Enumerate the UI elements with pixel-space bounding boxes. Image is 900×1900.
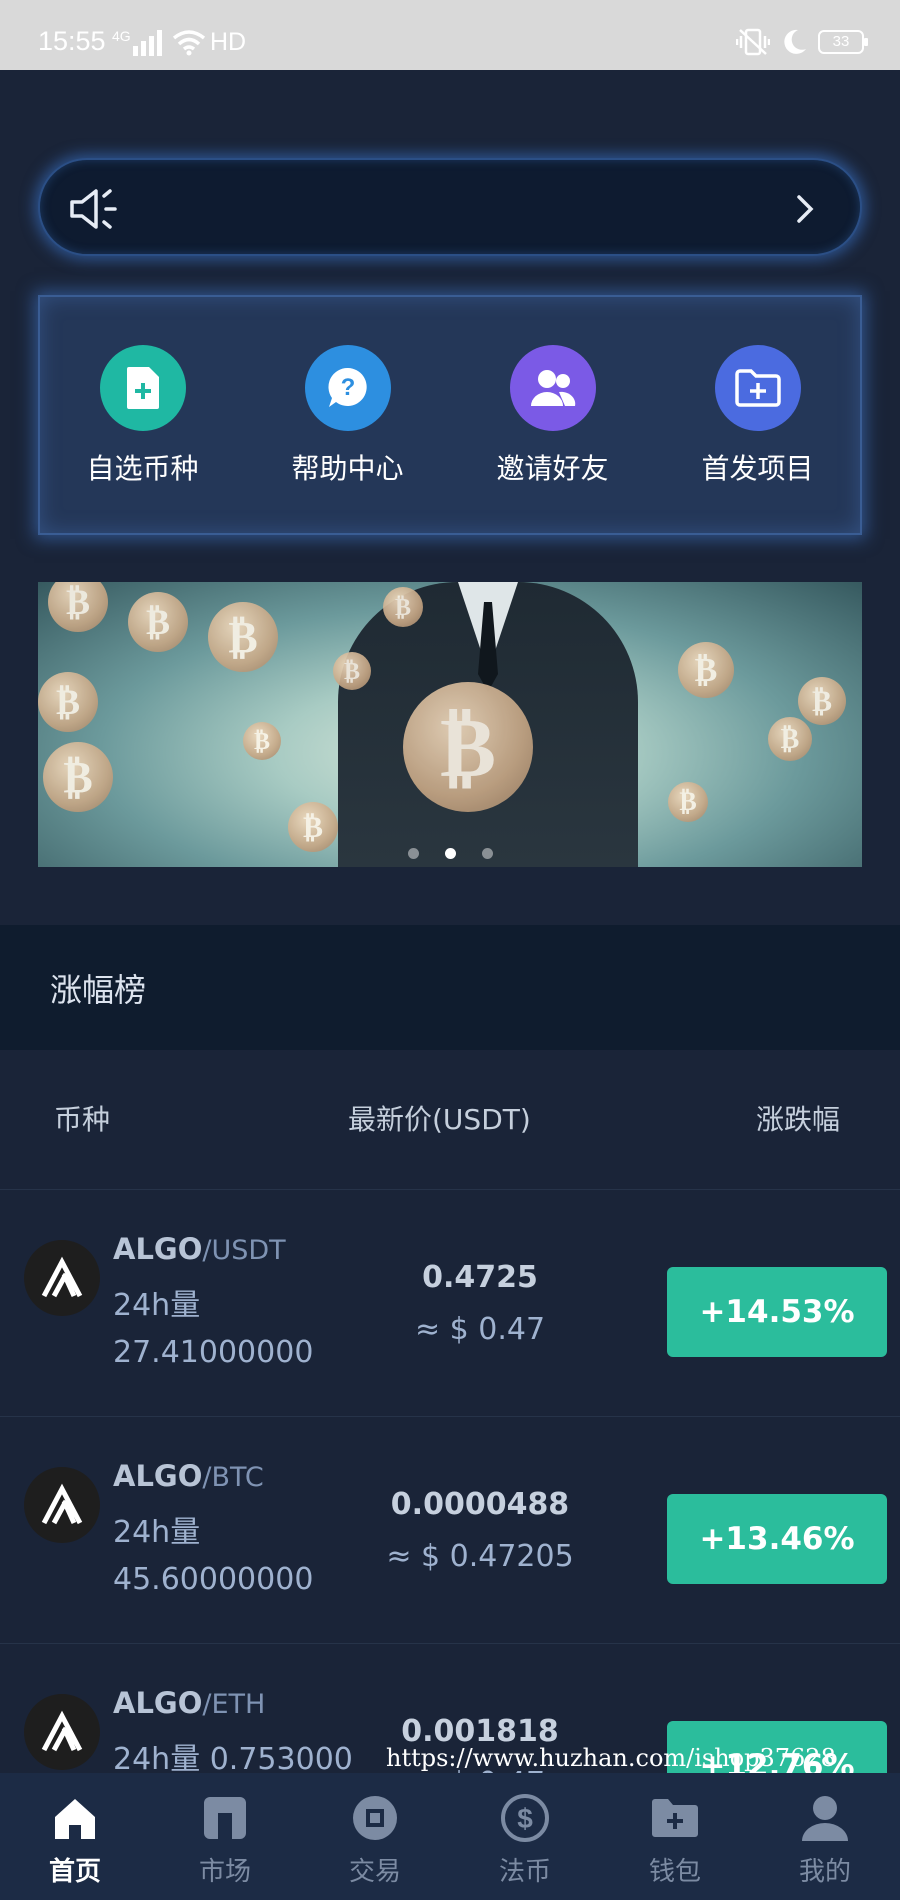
quick-action-invite[interactable]: 邀请好友 <box>453 345 653 487</box>
tab-home[interactable]: 首页 <box>0 1773 150 1900</box>
quick-action-help[interactable]: ? 帮助中心 <box>248 345 448 487</box>
volume-24h: 24h量 27.41000000 <box>113 1288 314 1370</box>
announcement-bar[interactable] <box>38 158 862 256</box>
bitcoin-coin-icon: ₿ <box>38 672 98 732</box>
profile-icon <box>798 1791 852 1845</box>
volume-24h: 24h量 45.60000000 <box>113 1515 314 1597</box>
gainers-title: 涨幅榜 <box>50 971 147 1009</box>
price-usd: ≈ $ 0.47205 <box>386 1539 574 1574</box>
bottom-tab-bar: 首页 市场 交易 $ 法币 钱包 我的 <box>0 1773 900 1900</box>
tab-label: 首页 <box>48 1857 101 1887</box>
pair-quote: /BTC <box>202 1462 264 1493</box>
battery-icon: 33 <box>818 30 868 54</box>
help-chat-icon: ? <box>304 345 391 431</box>
quick-action-label: 邀请好友 <box>496 452 609 485</box>
market-icon <box>198 1791 252 1845</box>
speaker-icon <box>70 189 117 229</box>
bitcoin-coin-icon: ₿ <box>48 582 108 632</box>
algo-logo-icon <box>24 1694 100 1770</box>
column-header-price: 最新价(USDT) <box>348 1103 531 1136</box>
bitcoin-coin-icon: ₿ <box>243 722 281 760</box>
algo-logo-icon <box>24 1240 100 1316</box>
tab-market[interactable]: 市场 <box>150 1773 300 1900</box>
quick-action-label: 首发项目 <box>701 452 814 485</box>
bitcoin-coin-icon: ₿ <box>333 652 371 690</box>
tab-profile[interactable]: 我的 <box>750 1773 900 1900</box>
carousel-dots[interactable] <box>38 848 862 859</box>
signal-icon <box>133 30 163 56</box>
column-header-coin: 币种 <box>54 1103 111 1136</box>
hd-indicator: HD <box>210 28 247 56</box>
vibrate-icon <box>736 28 770 56</box>
algo-logo-icon <box>24 1467 100 1543</box>
last-price: 0.0000488 <box>390 1487 570 1522</box>
pair-base: ALGO <box>113 1232 203 1266</box>
svg-text:?: ? <box>340 374 355 401</box>
table-header: 币种 最新价(USDT) 涨跌幅 <box>0 1050 900 1190</box>
wifi-icon <box>172 30 206 56</box>
bitcoin-coin-icon: ₿ <box>383 587 423 627</box>
dollar-icon: $ <box>498 1791 552 1845</box>
folder-add-icon <box>714 345 801 431</box>
pair-quote: /ETH <box>202 1689 266 1720</box>
carousel-dot[interactable] <box>481 848 493 859</box>
trade-icon <box>348 1791 402 1845</box>
chevron-right-icon <box>797 195 814 223</box>
promo-banner[interactable]: ₿ ₿ ₿ ₿ ₿ ₿ ₿ ₿ ₿ ₿ ₿ ₿ ₿ ₿ <box>38 582 862 867</box>
pair-name: ALGO/USDT <box>113 1232 286 1266</box>
network-type: 4G <box>112 28 131 44</box>
add-file-icon <box>99 345 186 431</box>
bitcoin-coin-icon: ₿ <box>208 602 278 672</box>
quick-action-label: 帮助中心 <box>291 452 404 485</box>
status-time: 15:55 <box>38 26 106 56</box>
tab-label: 我的 <box>798 1857 851 1887</box>
users-icon <box>509 345 596 431</box>
tab-label: 市场 <box>198 1857 251 1887</box>
status-right-icons: 33 <box>736 27 868 57</box>
tab-label: 钱包 <box>648 1857 701 1887</box>
tab-wallet[interactable]: 钱包 <box>600 1773 750 1900</box>
quick-actions: 自选币种 ? 帮助中心 邀请好友 首发项目 <box>38 295 862 535</box>
status-bar: 15:55 4G HD 33 <box>0 0 900 70</box>
wallet-icon <box>648 1791 702 1845</box>
tab-trade[interactable]: 交易 <box>300 1773 450 1900</box>
pair-name: ALGO/ETH <box>113 1686 265 1720</box>
table-row[interactable]: ALGO/BTC 24h量 45.60000000 0.0000488 ≈ $ … <box>0 1417 900 1644</box>
battery-level: 33 <box>832 33 850 50</box>
tab-fiat[interactable]: $ 法币 <box>450 1773 600 1900</box>
bitcoin-coin-icon: ₿ <box>798 677 846 725</box>
bitcoin-coin-icon: ₿ <box>668 782 708 822</box>
price-usd: ≈ $ 0.47 <box>414 1312 546 1347</box>
bitcoin-coin-icon: ₿ <box>128 592 188 652</box>
quick-action-label: 自选币种 <box>86 452 199 485</box>
pair-base: ALGO <box>113 1459 203 1493</box>
bitcoin-coin-icon: ₿ <box>678 642 734 698</box>
pair-name: ALGO/BTC <box>113 1459 264 1493</box>
home-icon <box>48 1791 102 1845</box>
bitcoin-coin-icon: ₿ <box>403 682 533 812</box>
gainers-section-header: 涨幅榜 <box>0 925 900 1050</box>
quick-action-favorites[interactable]: 自选币种 <box>43 345 243 487</box>
change-badge[interactable]: +13.46% <box>667 1494 887 1584</box>
tab-label: 法币 <box>498 1857 551 1887</box>
carousel-dot[interactable] <box>407 848 419 859</box>
column-header-change: 涨跌幅 <box>755 1103 840 1136</box>
pair-quote: /USDT <box>202 1235 286 1266</box>
carousel-dot-active[interactable] <box>444 848 456 859</box>
watermark-text: https://www.huzhan.com/ishop37628 <box>386 1744 836 1772</box>
svg-text:$: $ <box>517 1803 533 1834</box>
moon-icon <box>784 29 806 54</box>
pair-base: ALGO <box>113 1686 203 1720</box>
bitcoin-coin-icon: ₿ <box>43 742 113 812</box>
bitcoin-coin-icon: ₿ <box>768 717 812 761</box>
last-price: 0.4725 <box>422 1260 538 1295</box>
bitcoin-coin-icon: ₿ <box>288 802 338 852</box>
app-screen: 15:55 4G HD 33 自选币种 ? 帮助中心 邀请好友 首发项目 ₿ ₿… <box>0 0 900 1900</box>
table-row[interactable]: ALGO/USDT 24h量 27.41000000 0.4725 ≈ $ 0.… <box>0 1190 900 1417</box>
tab-label: 交易 <box>348 1857 401 1887</box>
change-badge[interactable]: +14.53% <box>667 1267 887 1357</box>
quick-action-ieo[interactable]: 首发项目 <box>658 345 858 487</box>
